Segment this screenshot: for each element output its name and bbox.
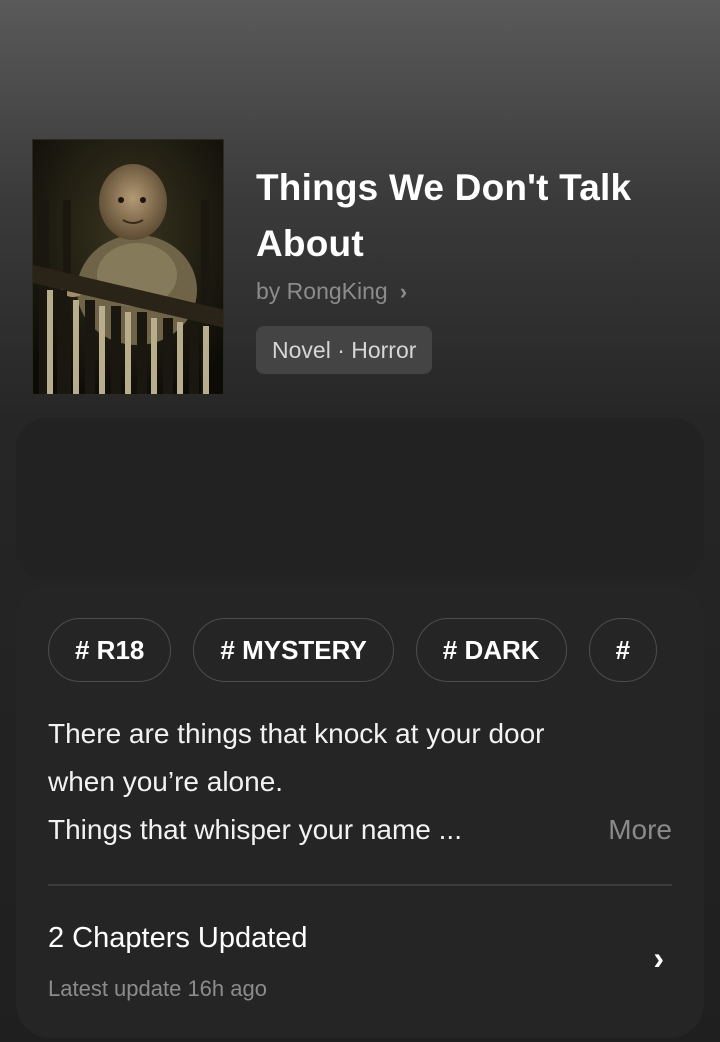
more-button[interactable]: More <box>608 806 672 854</box>
tag-chip[interactable]: # <box>588 618 658 682</box>
chevron-right-icon: › <box>399 278 408 304</box>
author-link[interactable]: by RongKing › <box>256 278 407 305</box>
book-info-card: # R18 # MYSTERY # DARK # There are thing… <box>16 586 704 1038</box>
book-cover-illustration <box>33 140 223 394</box>
tag-list[interactable]: # R18 # MYSTERY # DARK # <box>48 618 672 686</box>
tag-chip[interactable]: # R18 <box>48 618 172 682</box>
book-cover-image[interactable] <box>32 139 224 395</box>
tag-chip[interactable]: # MYSTERY <box>193 618 394 682</box>
chevron-right-icon: › <box>653 940 664 976</box>
author-name: by RongKing <box>256 278 388 304</box>
description-line: There are things that knock at your door <box>48 718 545 749</box>
chapters-updated-row[interactable]: 2 Chapters Updated Latest update 16h ago… <box>16 886 704 1038</box>
empty-panel <box>16 418 704 580</box>
book-title: Things We Don't Talk About <box>256 167 632 264</box>
chapters-updated-title: 2 Chapters Updated <box>48 922 308 954</box>
description-line: Things that whisper your name ... <box>48 814 462 845</box>
genre-badge[interactable]: Novel · Horror <box>256 326 433 374</box>
latest-update-text: Latest update 16h ago <box>48 976 267 1001</box>
tag-chip[interactable]: # DARK <box>415 618 567 682</box>
book-description: There are things that knock at your door… <box>48 710 608 854</box>
description-line: when you’re alone. <box>48 766 284 797</box>
